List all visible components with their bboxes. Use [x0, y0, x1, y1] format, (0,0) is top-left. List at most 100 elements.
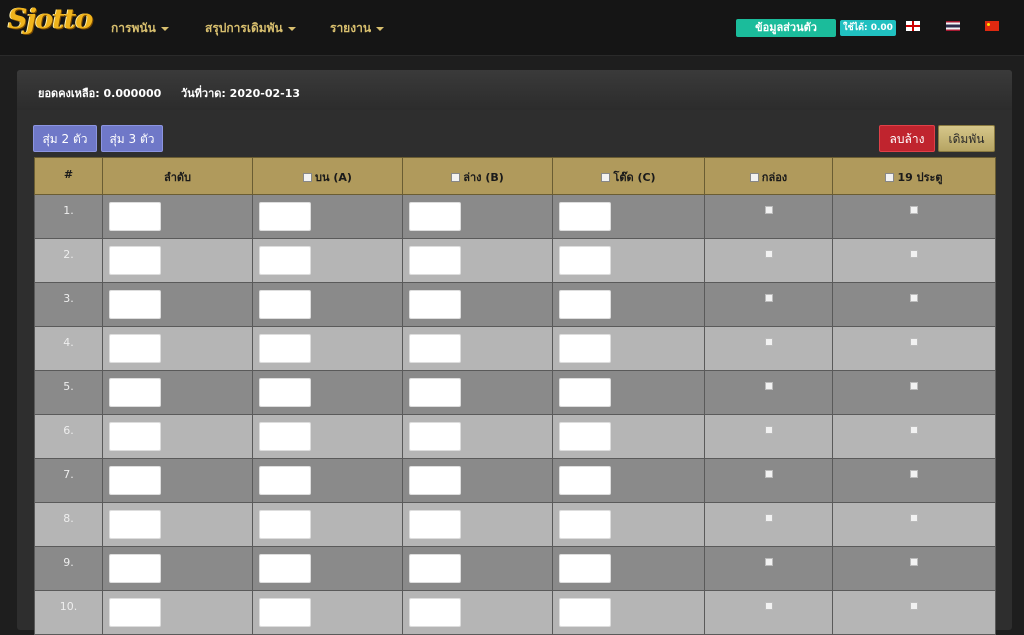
bottom-input[interactable] [409, 554, 461, 583]
table-row: 6. [34, 414, 996, 459]
tod-input[interactable] [559, 202, 611, 231]
table-row: 5. [34, 370, 996, 415]
tod-input[interactable] [559, 422, 611, 451]
select-all-box-checkbox[interactable] [749, 173, 759, 182]
caret-down-icon [160, 26, 169, 31]
draw-date-value: 2020-02-13 [229, 87, 301, 100]
sequence-input[interactable] [109, 598, 161, 627]
bottom-input[interactable] [409, 422, 461, 451]
box-checkbox[interactable] [764, 558, 773, 566]
box-checkbox[interactable] [764, 294, 773, 302]
nav-menu-label: การพนัน [111, 21, 156, 35]
sequence-input[interactable] [109, 378, 161, 407]
tod-input[interactable] [559, 598, 611, 627]
tod-input[interactable] [559, 510, 611, 539]
top-input[interactable] [259, 422, 311, 451]
sequence-input[interactable] [109, 290, 161, 319]
box-checkbox[interactable] [764, 426, 773, 434]
box-checkbox[interactable] [764, 206, 773, 214]
tod-input[interactable] [559, 334, 611, 363]
sequence-input[interactable] [109, 202, 161, 231]
select-all-19-door-checkbox[interactable] [885, 173, 895, 182]
bottom-input[interactable] [409, 466, 461, 495]
clear-button[interactable]: ลบล้าง [879, 125, 935, 152]
19-door-checkbox[interactable] [910, 602, 918, 610]
nav-menu-betting[interactable]: การพนัน [111, 19, 169, 38]
flag-english-icon[interactable] [906, 21, 920, 31]
select-all-bottom-checkbox[interactable] [451, 173, 461, 182]
top-input[interactable] [259, 598, 311, 627]
box-checkbox[interactable] [764, 602, 773, 610]
cell-tod [552, 502, 705, 547]
bottom-input[interactable] [409, 510, 461, 539]
flag-thai-icon[interactable] [946, 21, 960, 31]
top-input[interactable] [259, 334, 311, 363]
select-all-top-checkbox[interactable] [303, 173, 313, 182]
nav-menu-bet-summary[interactable]: สรุปการเดิมพัน [205, 19, 296, 38]
col-header-sequence: ลำดับ [102, 157, 253, 195]
sequence-input[interactable] [109, 246, 161, 275]
bottom-input[interactable] [409, 598, 461, 627]
caret-down-icon [287, 26, 296, 31]
table-row: 2. [34, 238, 996, 283]
cell-tod [552, 238, 705, 283]
cell-tod [552, 370, 705, 415]
nav-menu-report[interactable]: รายงาน [330, 19, 385, 38]
cell-top [252, 326, 403, 371]
col-header-tod: โต๊ด (C) [552, 157, 705, 195]
sequence-input[interactable] [109, 422, 161, 451]
tod-input[interactable] [559, 246, 611, 275]
box-checkbox[interactable] [764, 514, 773, 522]
tod-input[interactable] [559, 466, 611, 495]
random-2-digit-button[interactable]: สุ่ม 2 ตัว [33, 125, 97, 152]
box-checkbox[interactable] [764, 250, 773, 258]
19-door-checkbox[interactable] [910, 470, 918, 478]
19-door-checkbox[interactable] [910, 382, 918, 390]
sequence-input[interactable] [109, 510, 161, 539]
col-header-box: กล่อง [704, 157, 833, 195]
box-checkbox[interactable] [764, 338, 773, 346]
tod-input[interactable] [559, 290, 611, 319]
top-input[interactable] [259, 246, 311, 275]
box-checkbox[interactable] [764, 382, 773, 390]
bottom-input[interactable] [409, 334, 461, 363]
brand-logo[interactable]: Sjotto [8, 4, 93, 35]
col-header-19-door: 19 ประตู [832, 157, 996, 195]
19-door-checkbox[interactable] [910, 338, 918, 346]
col-header-number: # [34, 157, 103, 195]
tod-input[interactable] [559, 554, 611, 583]
19-door-checkbox[interactable] [910, 514, 918, 522]
top-input[interactable] [259, 466, 311, 495]
caret-down-icon [376, 26, 385, 31]
random-3-digit-button[interactable]: สุ่ม 3 ตัว [101, 125, 163, 152]
19-door-checkbox[interactable] [910, 250, 918, 258]
cell-top [252, 502, 403, 547]
19-door-checkbox[interactable] [910, 206, 918, 214]
cell-19-door [832, 194, 996, 239]
select-all-tod-checkbox[interactable] [601, 173, 611, 182]
19-door-checkbox[interactable] [910, 558, 918, 566]
top-input[interactable] [259, 290, 311, 319]
flag-chinese-icon[interactable] [985, 21, 999, 31]
cell-19-door [832, 590, 996, 635]
bottom-input[interactable] [409, 202, 461, 231]
cell-box [704, 194, 833, 239]
sequence-input[interactable] [109, 466, 161, 495]
sequence-input[interactable] [109, 334, 161, 363]
19-door-checkbox[interactable] [910, 426, 918, 434]
box-checkbox[interactable] [764, 470, 773, 478]
bottom-input[interactable] [409, 290, 461, 319]
top-input[interactable] [259, 510, 311, 539]
top-input[interactable] [259, 554, 311, 583]
top-input[interactable] [259, 202, 311, 231]
bottom-input[interactable] [409, 246, 461, 275]
tod-input[interactable] [559, 378, 611, 407]
top-input[interactable] [259, 378, 311, 407]
bet-button[interactable]: เดิมพัน [938, 125, 995, 152]
row-number: 5. [34, 370, 103, 415]
profile-button[interactable]: ข้อมูลส่วนตัว [736, 19, 836, 37]
bottom-input[interactable] [409, 378, 461, 407]
sequence-input[interactable] [109, 554, 161, 583]
19-door-checkbox[interactable] [910, 294, 918, 302]
cell-tod [552, 590, 705, 635]
